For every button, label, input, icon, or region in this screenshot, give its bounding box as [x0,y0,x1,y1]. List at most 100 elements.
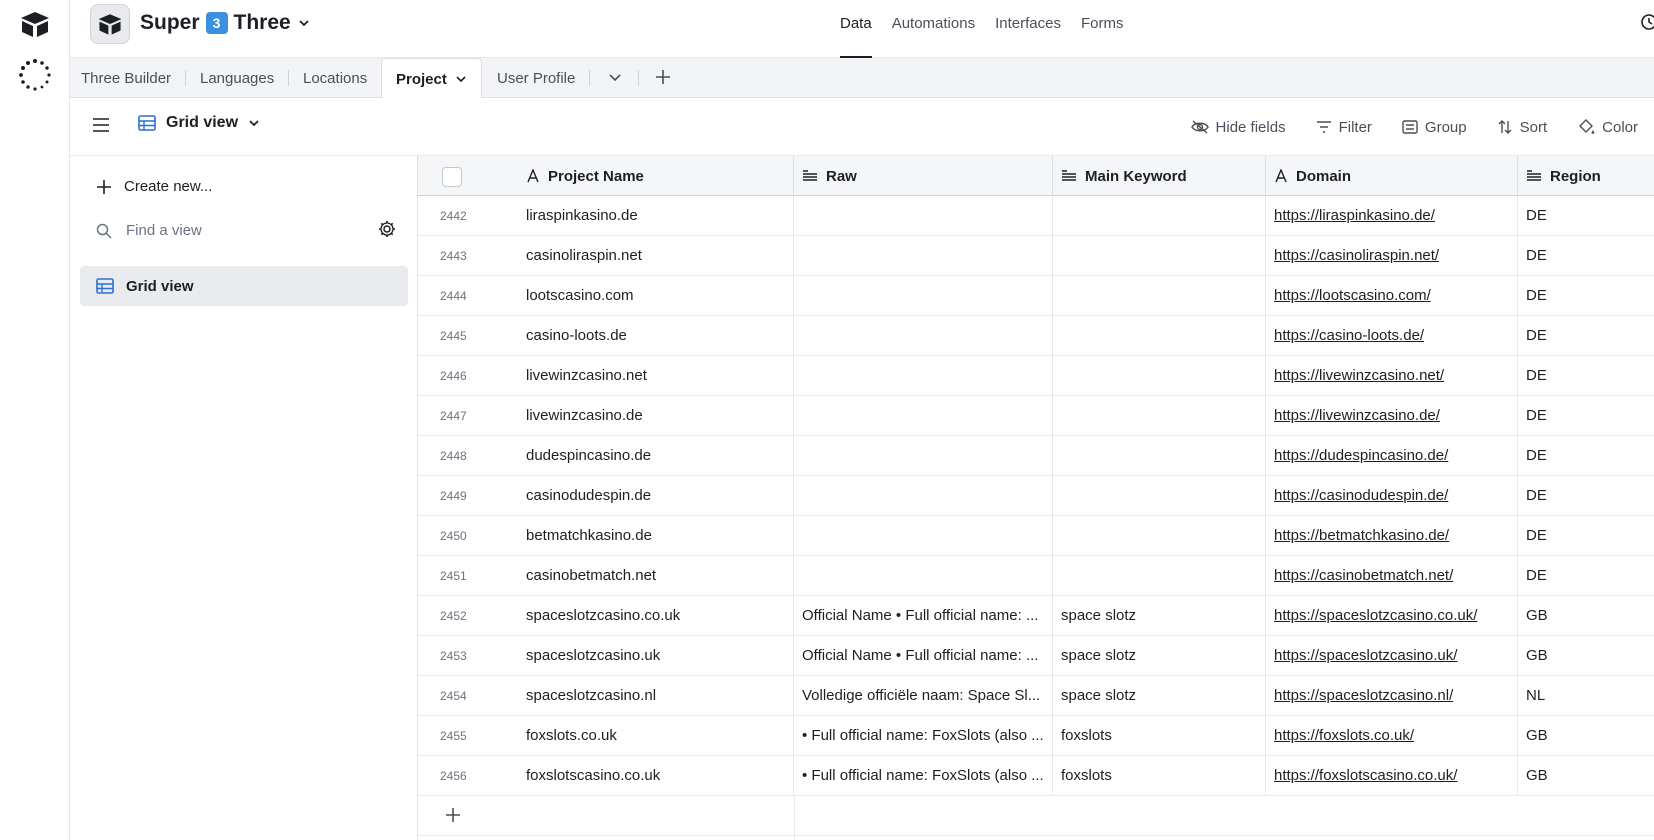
cell-raw[interactable]: Official Name • Full official name: ... [794,596,1053,636]
cell-region[interactable]: DE [1518,316,1654,356]
table-row[interactable]: 2443 casinoliraspin.net https://casinolira… [418,236,1654,276]
cell-domain[interactable]: https://spaceslotzcasino.uk/ [1266,636,1518,676]
cell-main-keyword[interactable] [1053,516,1266,556]
cell-main-keyword[interactable] [1053,316,1266,356]
add-record-row[interactable] [418,796,1654,836]
column-header-project-name[interactable]: Project Name [418,156,794,196]
cell-domain[interactable]: https://livewinzcasino.de/ [1266,396,1518,436]
cell-region[interactable]: GB [1518,716,1654,756]
cell-region[interactable]: NL [1518,676,1654,716]
cell-region[interactable]: DE [1518,236,1654,276]
view-switcher[interactable]: Grid view [138,114,260,132]
airtable-logo-icon[interactable] [19,10,51,38]
cell-main-keyword[interactable] [1053,276,1266,316]
cell-main-keyword[interactable] [1053,476,1266,516]
cell-main-keyword[interactable] [1053,356,1266,396]
cell-project-name[interactable]: casinoliraspin.net [518,236,794,276]
cell-project-name[interactable]: casinobetmatch.net [518,556,794,596]
cell-region[interactable]: DE [1518,356,1654,396]
cell-main-keyword[interactable]: space slotz [1053,636,1266,676]
cell-project-name[interactable]: betmatchkasino.de [518,516,794,556]
cell-region[interactable]: GB [1518,596,1654,636]
cell-main-keyword[interactable] [1053,556,1266,596]
cell-region[interactable]: GB [1518,756,1654,796]
cell-raw[interactable] [794,276,1053,316]
tab-languages[interactable]: Languages [200,58,274,98]
cell-project-name[interactable]: spaceslotzcasino.uk [518,636,794,676]
group-button[interactable]: Group [1402,119,1467,136]
cell-main-keyword[interactable]: space slotz [1053,596,1266,636]
tab-three-builder[interactable]: Three Builder [81,58,171,98]
table-row[interactable]: 2444 lootscasino.com https://lootscasino.c… [418,276,1654,316]
table-row[interactable]: 2448 dudespincasino.de https://dudespincas… [418,436,1654,476]
table-row[interactable]: 2445 casino-loots.de https://casino-loots.… [418,316,1654,356]
cell-raw[interactable] [794,196,1053,236]
base-icon[interactable] [90,4,130,44]
cell-domain[interactable]: https://foxslotscasino.co.uk/ [1266,756,1518,796]
cell-domain[interactable]: https://lootscasino.com/ [1266,276,1518,316]
cell-region[interactable]: DE [1518,276,1654,316]
cell-main-keyword[interactable]: foxslots [1053,716,1266,756]
table-row[interactable]: 2456 foxslotscasino.co.uk • Full official … [418,756,1654,796]
cell-domain[interactable]: https://spaceslotzcasino.nl/ [1266,676,1518,716]
cell-project-name[interactable]: foxslotscasino.co.uk [518,756,794,796]
tab-locations[interactable]: Locations [303,58,367,98]
table-row[interactable]: 2442 liraspinkasino.de https://liraspinkas… [418,196,1654,236]
table-row[interactable]: 2455 foxslots.co.uk • Full official name: … [418,716,1654,756]
cell-raw[interactable] [794,476,1053,516]
cell-project-name[interactable]: casino-loots.de [518,316,794,356]
cell-raw[interactable] [794,236,1053,276]
table-row[interactable]: 2447 livewinzcasino.de https://livewinzcas… [418,396,1654,436]
cell-project-name[interactable]: spaceslotzcasino.co.uk [518,596,794,636]
filter-button[interactable]: Filter [1316,119,1372,136]
cell-region[interactable]: GB [1518,636,1654,676]
cell-main-keyword[interactable]: foxslots [1053,756,1266,796]
cell-domain[interactable]: https://spaceslotzcasino.co.uk/ [1266,596,1518,636]
cell-raw[interactable] [794,396,1053,436]
table-row[interactable]: 2453 spaceslotzcasino.uk Official Name • F… [418,636,1654,676]
add-table-button[interactable] [654,68,672,88]
cell-main-keyword[interactable] [1053,396,1266,436]
cell-main-keyword[interactable]: space slotz [1053,676,1266,716]
column-header-region[interactable]: Region [1518,156,1654,196]
tab-project[interactable]: Project [381,58,482,99]
color-button[interactable]: Color [1577,118,1638,136]
sidebar-view-grid[interactable]: Grid view [80,266,408,306]
cell-raw[interactable]: Volledige officiële naam: Space Sl... [794,676,1053,716]
cell-project-name[interactable]: livewinzcasino.de [518,396,794,436]
cell-region[interactable]: DE [1518,476,1654,516]
column-header-domain[interactable]: Domain [1266,156,1518,196]
cell-domain[interactable]: https://livewinzcasino.net/ [1266,356,1518,396]
cell-raw[interactable] [794,316,1053,356]
table-row[interactable]: 2446 livewinzcasino.net https://livewinzca… [418,356,1654,396]
cell-domain[interactable]: https://liraspinkasino.de/ [1266,196,1518,236]
cell-raw[interactable]: Official Name • Full official name: ... [794,636,1053,676]
cell-raw[interactable] [794,556,1053,596]
nav-interfaces[interactable]: Interfaces [995,0,1061,58]
cell-raw[interactable] [794,356,1053,396]
table-row[interactable]: 2452 spaceslotzcasino.co.uk Official Name … [418,596,1654,636]
cell-project-name[interactable]: dudespincasino.de [518,436,794,476]
cell-region[interactable]: DE [1518,396,1654,436]
cell-region[interactable]: DE [1518,196,1654,236]
gear-icon[interactable] [378,220,396,238]
cell-domain[interactable]: https://casinoliraspin.net/ [1266,236,1518,276]
cell-region[interactable]: DE [1518,556,1654,596]
nav-forms[interactable]: Forms [1081,0,1124,58]
cell-region[interactable]: DE [1518,516,1654,556]
cell-region[interactable]: DE [1518,436,1654,476]
cell-main-keyword[interactable] [1053,436,1266,476]
cell-domain[interactable]: https://casinobetmatch.net/ [1266,556,1518,596]
table-row[interactable]: 2454 spaceslotzcasino.nl Volledige officië… [418,676,1654,716]
column-header-raw[interactable]: Raw [794,156,1053,196]
cell-raw[interactable] [794,436,1053,476]
nav-data[interactable]: Data [840,0,872,58]
cell-main-keyword[interactable] [1053,236,1266,276]
more-tables-button[interactable] [608,70,622,86]
cell-project-name[interactable]: foxslots.co.uk [518,716,794,756]
cell-project-name[interactable]: lootscasino.com [518,276,794,316]
create-view-button[interactable]: Create new... [96,178,212,195]
cell-raw[interactable]: • Full official name: FoxSlots (also ... [794,756,1053,796]
cell-raw[interactable] [794,516,1053,556]
tab-user-profile[interactable]: User Profile [497,58,575,98]
